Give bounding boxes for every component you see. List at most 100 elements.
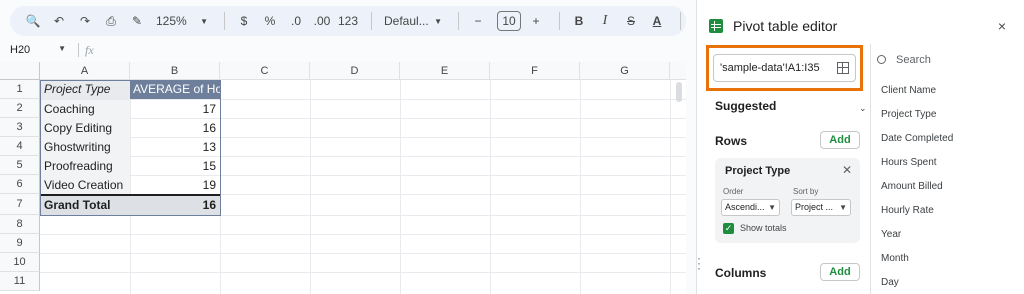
- row-header[interactable]: 6: [0, 175, 40, 194]
- pivot-row-value[interactable]: 15: [130, 157, 220, 176]
- chevron-down-icon: ▼: [768, 203, 776, 212]
- pivot-header-value-field[interactable]: AVERAGE of Ho: [130, 80, 220, 99]
- data-range-value: 'sample-data'!A1:I35: [720, 62, 820, 74]
- show-totals-label: Show totals: [740, 223, 787, 233]
- remove-field-icon[interactable]: ✕: [842, 163, 852, 177]
- row-header[interactable]: 10: [0, 253, 40, 272]
- vertical-scrollbar[interactable]: [676, 82, 682, 102]
- data-range-input[interactable]: 'sample-data'!A1:I35: [713, 54, 856, 82]
- toolbar-divider: [371, 12, 372, 30]
- suggested-label[interactable]: Suggested: [715, 99, 776, 113]
- sort-by-select[interactable]: Project ... ▼: [791, 199, 851, 216]
- grid-line: [220, 80, 221, 294]
- toolbar-divider: [224, 12, 225, 30]
- pivot-row-label[interactable]: Copy Editing: [41, 119, 130, 138]
- row-header[interactable]: 3: [0, 118, 40, 137]
- grid-line: [670, 80, 671, 294]
- field-item[interactable]: Date Completed: [881, 133, 953, 157]
- row-header[interactable]: 11: [0, 272, 40, 291]
- close-icon[interactable]: ×: [998, 18, 1006, 34]
- pivot-grand-total-value[interactable]: 16: [130, 196, 220, 215]
- column-header-g[interactable]: G: [580, 62, 670, 80]
- currency-format-button[interactable]: $: [233, 9, 255, 33]
- field-list: Client Name Project Type Date Completed …: [881, 85, 953, 294]
- drag-handle-icon[interactable]: · · ·: [697, 252, 701, 274]
- pivot-row-label[interactable]: Coaching: [41, 100, 130, 119]
- undo-icon[interactable]: ↶: [48, 9, 70, 33]
- row-header[interactable]: 7: [0, 194, 40, 215]
- paint-format-icon[interactable]: ✎: [126, 9, 148, 33]
- row-field-card: Project Type ✕ Order Sort by Ascendi... …: [715, 158, 860, 243]
- show-totals-checkbox[interactable]: ✓: [723, 223, 734, 234]
- chevron-down-icon: ▼: [839, 203, 847, 212]
- chevron-down-icon[interactable]: ⌄: [859, 103, 867, 114]
- grid-line: [40, 234, 686, 235]
- row-header[interactable]: 1: [0, 80, 40, 99]
- percent-format-button[interactable]: %: [259, 9, 281, 33]
- column-header-b[interactable]: B: [130, 62, 220, 80]
- increase-decimal-button[interactable]: .00: [311, 9, 333, 33]
- row-header[interactable]: 5: [0, 156, 40, 175]
- text-color-label: A: [652, 14, 662, 28]
- field-item[interactable]: Year: [881, 229, 953, 253]
- grid-line: [40, 272, 686, 273]
- pivot-header-row-field[interactable]: Project Type: [41, 80, 130, 99]
- order-select[interactable]: Ascendi... ▼: [721, 199, 780, 216]
- field-item[interactable]: Month: [881, 253, 953, 277]
- italic-button[interactable]: I: [594, 9, 616, 33]
- pivot-row-label[interactable]: Video Creation: [41, 176, 130, 195]
- redo-icon[interactable]: ↷: [74, 9, 96, 33]
- spreadsheet-grid[interactable]: A B C D E F G 1 2 3 4 5 6 7 8 9 10 11 Pr…: [0, 62, 686, 294]
- field-item[interactable]: Day: [881, 277, 953, 294]
- field-search[interactable]: Search: [877, 54, 931, 66]
- row-header[interactable]: 4: [0, 137, 40, 156]
- select-all-corner[interactable]: [0, 62, 40, 80]
- field-item[interactable]: Project Type: [881, 109, 953, 133]
- search-menus-icon[interactable]: 🔍: [22, 9, 44, 33]
- add-column-button[interactable]: Add: [820, 263, 860, 281]
- column-header-f[interactable]: F: [490, 62, 580, 80]
- pivot-row-label[interactable]: Proofreading: [41, 157, 130, 176]
- column-header-c[interactable]: C: [220, 62, 310, 80]
- column-header-d[interactable]: D: [310, 62, 400, 80]
- text-color-button[interactable]: A: [646, 9, 668, 33]
- field-item[interactable]: Hourly Rate: [881, 205, 953, 229]
- zoom-select[interactable]: 125% ▼: [152, 9, 212, 33]
- pivot-row-value[interactable]: 13: [130, 138, 220, 157]
- pivot-row-value[interactable]: 19: [130, 176, 220, 195]
- row-header[interactable]: 8: [0, 215, 40, 234]
- pivot-row-value[interactable]: 17: [130, 100, 220, 119]
- columns-label: Columns: [715, 266, 767, 280]
- increase-font-size-button[interactable]: +: [525, 9, 547, 33]
- strikethrough-button[interactable]: S: [620, 9, 642, 33]
- bold-button[interactable]: B: [568, 9, 590, 33]
- add-row-button[interactable]: Add: [820, 131, 860, 149]
- select-range-icon[interactable]: [837, 62, 849, 74]
- grid-line: [580, 80, 581, 294]
- pivot-grand-total-label[interactable]: Grand Total: [41, 196, 130, 215]
- grid-line: [40, 215, 686, 216]
- row-header[interactable]: 9: [0, 234, 40, 253]
- column-header-a[interactable]: A: [40, 62, 130, 80]
- field-item[interactable]: Client Name: [881, 85, 953, 109]
- name-box[interactable]: H20 ▼: [0, 44, 72, 56]
- field-item[interactable]: Amount Billed: [881, 181, 953, 205]
- font-select[interactable]: Defaul... ▼: [380, 9, 446, 33]
- print-icon[interactable]: ⎙: [100, 9, 122, 33]
- zoom-value: 125%: [156, 14, 187, 28]
- sheets-window: 🔍 ↶ ↷ ⎙ ✎ 125% ▼ $ % .0 .00 123 Defaul...…: [0, 0, 1024, 294]
- column-header-e[interactable]: E: [400, 62, 490, 80]
- toolbar-divider: [559, 12, 560, 30]
- pivot-row-label[interactable]: Ghostwriting: [41, 138, 130, 157]
- font-size-input[interactable]: 10: [497, 11, 521, 31]
- formula-bar: H20 ▼ fx: [0, 40, 686, 60]
- sort-by-value: Project ...: [795, 202, 834, 212]
- grid-line: [400, 80, 401, 294]
- more-formats-button[interactable]: 123: [337, 9, 359, 33]
- order-label: Order: [723, 187, 744, 196]
- pivot-row-value[interactable]: 16: [130, 119, 220, 138]
- decrease-font-size-button[interactable]: −: [467, 9, 489, 33]
- row-header[interactable]: 2: [0, 99, 40, 118]
- field-item[interactable]: Hours Spent: [881, 157, 953, 181]
- decrease-decimal-button[interactable]: .0: [285, 9, 307, 33]
